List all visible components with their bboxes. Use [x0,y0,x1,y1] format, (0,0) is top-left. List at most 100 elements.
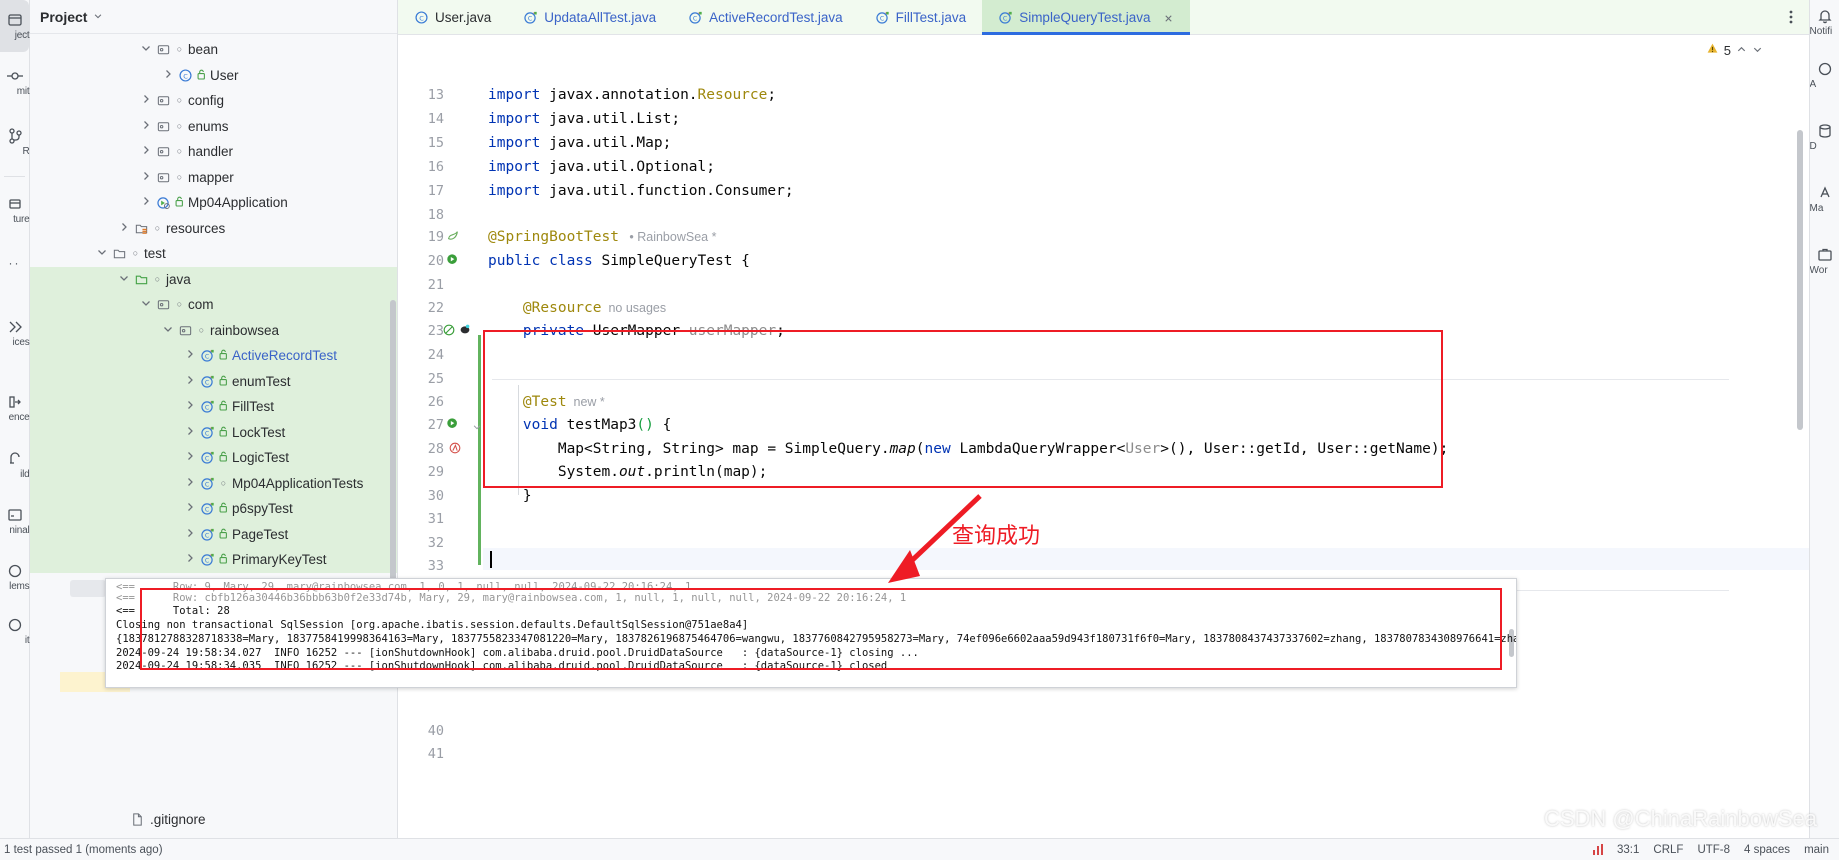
disclosure-arrow-icon[interactable] [140,170,152,185]
fold-chevron-icon[interactable] [472,419,486,433]
rail-item-notifications[interactable]: Notifi [1810,0,1839,44]
disclosure-arrow-icon[interactable] [184,527,196,542]
editor-tab-simplequerytest-java[interactable]: CSimpleQueryTest.java [982,0,1189,34]
disclosure-arrow-icon[interactable] [162,68,174,83]
code-line[interactable]: @Resource no usages [488,300,666,316]
chevron-down-icon[interactable] [1752,43,1763,58]
code-line[interactable]: } [488,488,532,504]
disclosure-arrow-icon[interactable] [140,119,152,134]
editor-tab-updataalltest-java[interactable]: CUpdataAllTest.java [507,0,672,34]
editor-scrollbar[interactable] [1797,130,1803,430]
disclosure-arrow-icon[interactable] [162,323,174,338]
tree-item-pagetest[interactable]: CPageTest [30,522,397,548]
code-line[interactable]: Map<String, String> map = SimpleQuery.ma… [488,441,1448,457]
status-indent[interactable]: 4 spaces [1744,844,1790,856]
chevron-down-icon[interactable] [93,8,103,26]
tree-item-primarykeytest[interactable]: CPrimaryKeyTest [30,547,397,573]
lambda-gutter-icon[interactable] [448,441,462,455]
disclosure-arrow-icon[interactable] [184,425,196,440]
disclosure-arrow-icon[interactable] [140,93,152,108]
tree-item-user[interactable]: CUser [30,63,397,89]
tree-item-mapper[interactable]: ○mapper [30,165,397,191]
tree-item-bean[interactable]: ○bean [30,37,397,63]
disclosure-arrow-icon[interactable] [184,501,196,516]
disclosure-arrow-icon[interactable] [184,552,196,567]
tree-item-handler[interactable]: ○handler [30,139,397,165]
rail-item-workspace[interactable]: Wor [1810,230,1839,292]
bean-gutter-icon[interactable] [458,322,472,336]
disclosure-arrow-icon[interactable] [140,144,152,159]
tree-item-mp04application[interactable]: Mp04Application [30,190,397,216]
run-test-gutter-icon[interactable] [446,253,460,267]
code-line[interactable]: @SpringBootTest • RainbowSea * [488,229,716,245]
tree-item-test[interactable]: ○test [30,241,397,267]
close-icon[interactable] [1163,12,1174,23]
disclosure-arrow-icon[interactable] [140,195,152,210]
rail-item-problems[interactable]: lems [0,549,29,605]
disclosure-arrow-icon[interactable] [96,246,108,261]
tree-item-resources[interactable]: ○resources [30,216,397,242]
editor-tab-filltest-java[interactable]: CFillTest.java [859,0,983,34]
more-options-icon[interactable] [1783,9,1799,25]
code-line[interactable]: import java.util.function.Consumer; [488,183,794,199]
editor-tab-activerecordtest-java[interactable]: CActiveRecordTest.java [672,0,859,34]
status-encoding[interactable]: UTF-8 [1697,844,1730,856]
chevron-up-icon[interactable] [1736,43,1747,58]
tree-item-enumtest[interactable]: CenumTest [30,369,397,395]
rail-item-git[interactable]: it [0,605,29,657]
status-caret-position[interactable]: 33:1 [1617,844,1639,856]
rail-item-maven[interactable]: Ma [1810,168,1839,230]
rail-item-project[interactable]: ject [0,0,29,52]
disclosure-arrow-icon[interactable] [118,272,130,287]
tree-item-java[interactable]: ○java [30,267,397,293]
code-line[interactable]: import java.util.List; [488,111,680,127]
rail-item-commit[interactable]: mit [0,52,29,112]
rail-item-structure[interactable]: ture [0,181,29,239]
code-line[interactable]: private UserMapper userMapper; [488,323,785,339]
rail-item-database[interactable]: D [1810,106,1839,168]
project-tree[interactable]: ○beanCUser○config○enums○handler○mapperMp… [30,34,397,573]
rail-item-pull-request[interactable]: R [0,112,29,172]
disclosure-arrow-icon[interactable] [184,399,196,414]
disclosure-arrow-icon[interactable] [184,348,196,363]
tree-item-gitignore[interactable]: .gitignore [30,806,206,832]
rail-item-build[interactable]: ild [0,437,29,493]
rail-item-terminal[interactable]: ninal [0,493,29,549]
tree-item-com[interactable]: ○com [30,292,397,318]
code-line[interactable]: System.out.println(map); [488,464,767,480]
tree-item-p6spytest[interactable]: Cp6spyTest [30,496,397,522]
disclosure-arrow-icon[interactable] [184,374,196,389]
tree-item-mp04applicationtests[interactable]: C○Mp04ApplicationTests [30,471,397,497]
code-line[interactable]: import java.util.Map; [488,135,671,151]
tree-item-rainbowsea[interactable]: ○rainbowsea [30,318,397,344]
code-line[interactable]: @Test new * [488,394,605,410]
disclosure-arrow-icon[interactable] [184,476,196,491]
rail-item-ai-assistant[interactable]: A [1810,44,1839,106]
disclosure-arrow-icon[interactable] [140,42,152,57]
rail-item-services[interactable]: ices [0,287,29,379]
code-editor[interactable]: 13import javax.annotation.Resource;14imp… [398,35,1809,860]
tree-item-config[interactable]: ○config [30,88,397,114]
code-line[interactable]: import javax.annotation.Resource; [488,87,776,103]
code-line[interactable]: public class SimpleQueryTest { [488,253,750,269]
editor-tab-bar[interactable]: CUser.javaCUpdataAllTest.javaCActiveReco… [398,0,1809,35]
memory-indicator-icon[interactable] [1593,844,1604,855]
run-test-gutter-icon[interactable] [446,417,460,431]
editor-tab-user-java[interactable]: CUser.java [398,0,507,34]
disclosure-arrow-icon[interactable] [118,221,130,236]
code-line[interactable]: void testMap3() { [488,417,671,433]
tree-item-locktest[interactable]: CLockTest [30,420,397,446]
code-line[interactable]: import java.util.Optional; [488,159,715,175]
rail-item-more[interactable]: ·· [0,239,29,287]
console-output-panel[interactable]: <== Row: 9, Mary, 29, mary@rainbowsea.co… [105,578,1517,688]
status-branch[interactable]: main [1804,844,1829,856]
tree-item-enums[interactable]: ○enums [30,114,397,140]
spring-bean-gutter-icon[interactable] [446,229,460,243]
inspection-widget[interactable]: 5 [1706,42,1763,58]
no-usage-gutter-icon[interactable] [442,323,456,337]
tree-item-filltest[interactable]: CFillTest [30,394,397,420]
disclosure-arrow-icon[interactable] [184,450,196,465]
disclosure-arrow-icon[interactable] [140,297,152,312]
tree-item-activerecordtest[interactable]: CActiveRecordTest [30,343,397,369]
tree-item-logictest[interactable]: CLogicTest [30,445,397,471]
